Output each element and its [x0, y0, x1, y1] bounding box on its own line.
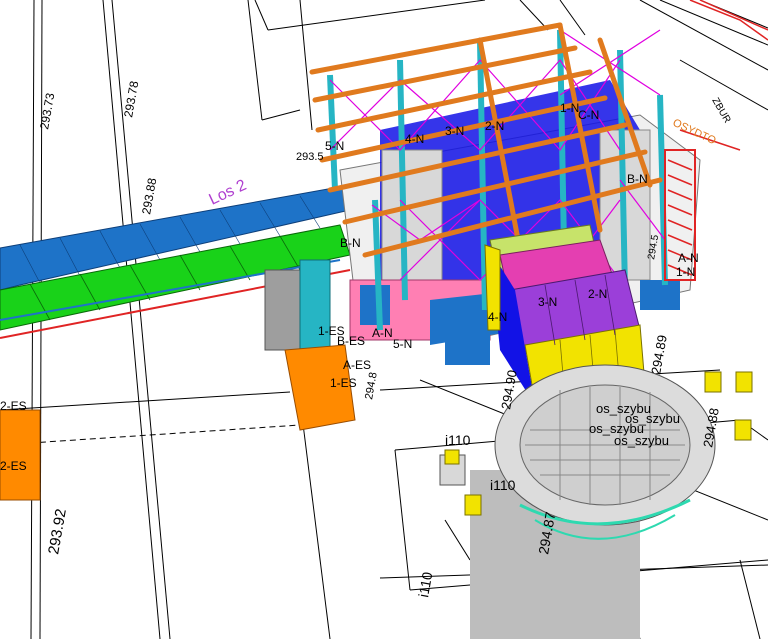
label-1n-right: 1-N	[676, 265, 695, 279]
label-2n-block: 2-N	[588, 287, 607, 301]
label-aes: A-ES	[343, 358, 371, 372]
label-i110-a: i110	[445, 432, 471, 448]
label-elev-294-8: 294.8	[363, 371, 380, 400]
label-elev-293-78: 293.78	[121, 80, 141, 119]
label-elev-293-5: 293.5	[296, 151, 324, 163]
label-5n: 5-N	[325, 139, 344, 153]
label-bes: B-ES	[337, 334, 365, 348]
label-2es-bot: 2-ES	[0, 459, 27, 473]
label-3n: 3-N	[445, 124, 464, 138]
label-3n-block: 3-N	[538, 295, 557, 309]
label-cn: C-N	[578, 108, 599, 122]
label-4n-block: 4-N	[488, 310, 507, 324]
label-road-b: ZBUR	[709, 96, 732, 125]
label-bn-left: B-N	[340, 236, 361, 250]
label-os-szybu-4: os_szybu	[614, 433, 669, 448]
cad-3d-viewport[interactable]: 293.73 293.78 293.88 293.92 293.5 Los 2 …	[0, 0, 768, 639]
label-elev-294-89: 294.89	[648, 334, 670, 376]
label-1es-low: 1-ES	[330, 376, 357, 390]
label-1n: 1-N	[560, 101, 579, 115]
label-elev-293-92: 293.92	[45, 508, 70, 556]
label-2n: 2-N	[485, 119, 504, 133]
label-4n: 4-N	[405, 132, 424, 146]
label-elev-293-73: 293.73	[37, 92, 57, 131]
label-i110-c: i110	[415, 570, 435, 598]
label-5n-low: 5-N	[393, 337, 412, 351]
label-an: A-N	[678, 251, 699, 265]
label-an-low: A-N	[372, 326, 393, 340]
label-bn: B-N	[627, 172, 648, 186]
label-i110-b: i110	[490, 477, 516, 493]
label-elev-293-88: 293.88	[139, 177, 159, 216]
label-2es-top: 2-ES	[0, 399, 27, 413]
